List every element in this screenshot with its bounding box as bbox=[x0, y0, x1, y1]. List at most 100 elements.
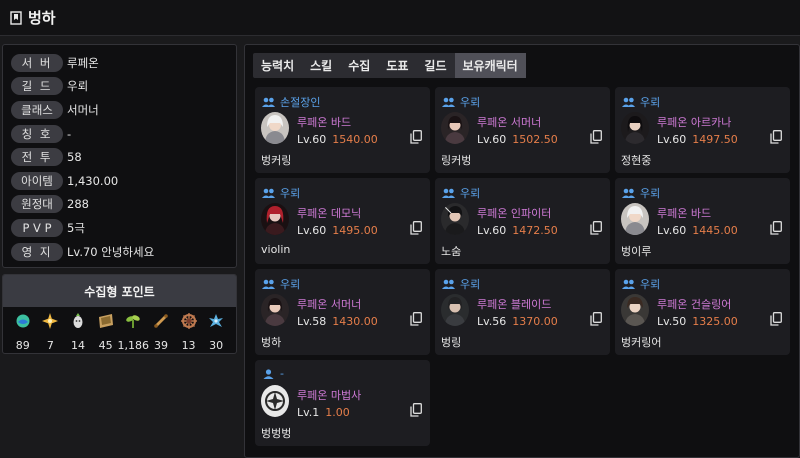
copy-icon[interactable] bbox=[590, 312, 602, 326]
group-icon bbox=[442, 97, 455, 107]
character-card[interactable]: 손절장인 루페온 바드 Lv.60 1540.00 벙커링 bbox=[255, 87, 430, 173]
info-label: 원정대 bbox=[11, 195, 63, 214]
adventure-scroll-icon bbox=[154, 314, 168, 328]
character-info-panel: 서 버 루페온 길 드 우뢰 클래스 서머너 칭 호 - 전 투 58 아이템 … bbox=[2, 44, 237, 268]
great-voyage-icon bbox=[180, 313, 197, 329]
character-name: 벙벙벙 bbox=[261, 427, 292, 440]
tab-guild[interactable]: 길드 bbox=[416, 53, 454, 78]
guild-name: 손절장인 bbox=[262, 94, 320, 110]
level-line: Lv.60 1495.00 bbox=[297, 224, 378, 237]
server-class: 루페온 블레이드 bbox=[477, 298, 552, 311]
group-icon bbox=[622, 188, 635, 198]
copy-icon[interactable] bbox=[410, 130, 422, 144]
copy-icon[interactable] bbox=[410, 403, 422, 417]
copy-icon[interactable] bbox=[770, 312, 782, 326]
info-value: 1,430.00 bbox=[67, 173, 119, 188]
collection-item[interactable]: 45 bbox=[92, 313, 120, 352]
level-line: Lv.56 1370.00 bbox=[477, 315, 558, 328]
copy-icon[interactable] bbox=[590, 221, 602, 235]
item-level: 1495.00 bbox=[332, 224, 378, 237]
copy-icon[interactable] bbox=[410, 312, 422, 326]
collection-item[interactable]: 14 bbox=[64, 313, 92, 352]
collection-count: 39 bbox=[153, 339, 168, 352]
copy-icon[interactable] bbox=[770, 130, 782, 144]
collection-item[interactable]: 1,186 bbox=[118, 313, 149, 352]
character-level: Lv.60 bbox=[657, 224, 687, 237]
guild-name: - bbox=[262, 367, 284, 380]
item-level: 1370.00 bbox=[512, 315, 558, 328]
character-card[interactable]: - 루페온 마법사 Lv.1 1.00 벙벙벙 bbox=[255, 360, 430, 446]
guild-name: 우뢰 bbox=[442, 276, 480, 292]
character-card[interactable]: 우뢰루페온 서머너 Lv.60 1502.50 링커벙 bbox=[435, 87, 610, 173]
server-class: 루페온 인파이터 bbox=[477, 207, 552, 220]
main-panel: 능력치 스킬 수집 도표 길드 보유캐릭터 손절장인 루페온 바드 Lv.60 154… bbox=[244, 44, 800, 458]
guild-label: 우뢰 bbox=[640, 187, 661, 200]
character-level: Lv.50 bbox=[657, 315, 687, 328]
item-level: 1430.00 bbox=[332, 315, 378, 328]
group-icon bbox=[262, 97, 275, 107]
server-class: 루페온 아르카나 bbox=[657, 116, 732, 129]
collection-title: 수집형 포인트 bbox=[3, 275, 236, 307]
tab-charts[interactable]: 도표 bbox=[378, 53, 416, 78]
character-card[interactable]: 우뢰 루페온 서머너 Lv.58 1430.00 벙하 bbox=[255, 269, 430, 355]
character-card[interactable]: 우뢰 루페온 바드 Lv.60 1445.00 벙이루 bbox=[615, 178, 790, 264]
level-line: Lv.60 1472.50 bbox=[477, 224, 558, 237]
collection-item[interactable]: 89 bbox=[9, 313, 37, 352]
star-icon bbox=[42, 313, 59, 329]
guild-name: 우뢰 bbox=[622, 94, 660, 110]
copy-icon[interactable] bbox=[590, 130, 602, 144]
info-row-server: 서 버 루페온 bbox=[11, 51, 236, 75]
tab-skills[interactable]: 스킬 bbox=[302, 53, 340, 78]
copy-icon[interactable] bbox=[770, 221, 782, 235]
collection-item[interactable]: 30 bbox=[202, 313, 230, 352]
character-level: Lv.58 bbox=[297, 315, 327, 328]
server-class: 루페온 서머너 bbox=[477, 116, 542, 129]
character-name: 링커벙 bbox=[441, 154, 472, 167]
tab-stats[interactable]: 능력치 bbox=[253, 53, 302, 78]
character-card[interactable]: 우뢰 루페온 데모닉 Lv.60 1495.00 violin bbox=[255, 178, 430, 264]
copy-icon[interactable] bbox=[410, 221, 422, 235]
info-label: 서 버 bbox=[11, 53, 63, 72]
character-level: Lv.56 bbox=[477, 315, 507, 328]
info-row-title: 칭 호 - bbox=[11, 122, 236, 146]
group-icon bbox=[622, 97, 635, 107]
collection-count: 7 bbox=[46, 339, 54, 352]
character-level: Lv.60 bbox=[477, 133, 507, 146]
character-card[interactable]: 우뢰 루페온 건슬링어 Lv.50 1325.00 벙커링어 bbox=[615, 269, 790, 355]
character-name: 노숨 bbox=[441, 245, 462, 258]
tab-owned-characters[interactable]: 보유캐릭터 bbox=[454, 53, 526, 78]
info-label: 전 투 bbox=[11, 148, 63, 167]
collection-item[interactable]: 13 bbox=[175, 313, 203, 352]
guild-label: - bbox=[280, 367, 284, 380]
item-level: 1540.00 bbox=[332, 133, 378, 146]
collection-item[interactable]: 39 bbox=[147, 313, 175, 352]
info-label: P V P bbox=[11, 218, 63, 237]
info-value: 우뢰 bbox=[67, 79, 89, 94]
guild-label: 우뢰 bbox=[640, 278, 661, 291]
collection-count: 13 bbox=[181, 339, 196, 352]
level-line: Lv.60 1497.50 bbox=[657, 133, 738, 146]
character-card[interactable]: 우뢰 루페온 블레이드 Lv.56 1370.00 벙링 bbox=[435, 269, 610, 355]
character-name: 벙커링어 bbox=[621, 336, 662, 349]
guild-label: 우뢰 bbox=[460, 96, 481, 109]
character-card[interactable]: 우뢰 루페온 아르카나 Lv.60 1497.50 정현중 bbox=[615, 87, 790, 173]
info-value: - bbox=[67, 126, 72, 141]
avatar bbox=[261, 112, 289, 144]
tab-bar: 능력치 스킬 수집 도표 길드 보유캐릭터 bbox=[253, 53, 526, 78]
painting-icon bbox=[98, 314, 113, 328]
avatar bbox=[621, 112, 649, 144]
collection-item[interactable]: 7 bbox=[37, 313, 65, 352]
guild-label: 우뢰 bbox=[460, 278, 481, 291]
avatar bbox=[621, 203, 649, 235]
server-class: 루페온 건슬링어 bbox=[657, 298, 732, 311]
bookmark-icon bbox=[10, 10, 22, 25]
tab-collection[interactable]: 수집 bbox=[340, 53, 378, 78]
item-level: 1502.50 bbox=[512, 133, 558, 146]
page-title: 벙하 bbox=[28, 9, 56, 27]
group-icon bbox=[622, 279, 635, 289]
character-card[interactable]: 우뢰 루페온 인파이터 Lv.60 1472.50 노숨 bbox=[435, 178, 610, 264]
sprout-icon bbox=[126, 315, 141, 328]
world-tree-leaf-icon bbox=[209, 314, 224, 327]
guild-label: 우뢰 bbox=[280, 187, 301, 200]
collection-count: 30 bbox=[209, 339, 224, 352]
